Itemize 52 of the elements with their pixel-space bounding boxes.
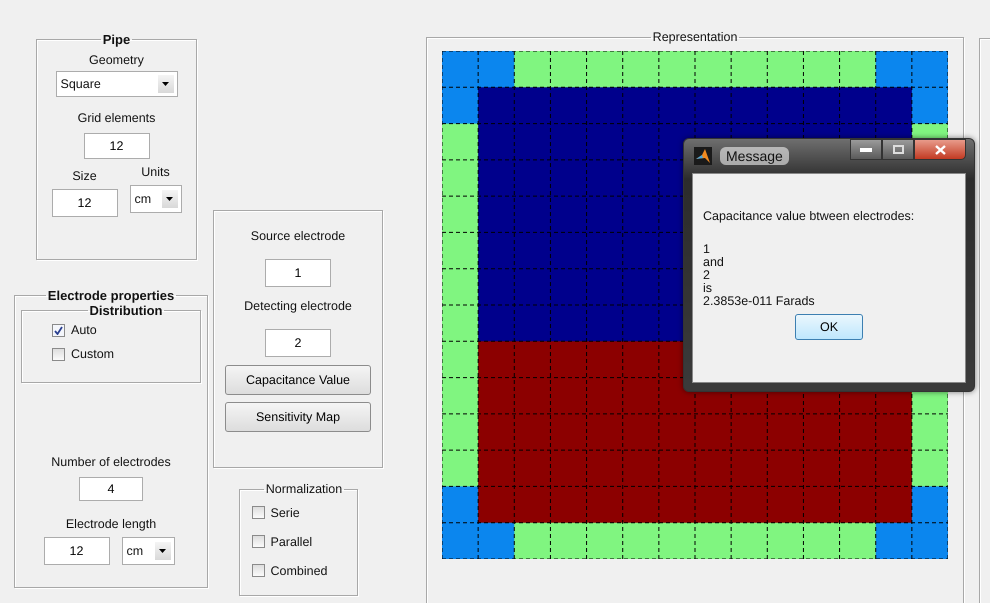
input-field[interactable]: 1 <box>265 259 331 287</box>
field-label: Units <box>141 165 170 179</box>
message-text: 2 <box>703 269 711 282</box>
field-label: Electrode length <box>66 517 156 531</box>
app-icon <box>694 147 712 165</box>
dropdown[interactable]: Square <box>56 71 178 97</box>
checkbox-label: Combined <box>270 564 328 578</box>
checkbox-label: Custom <box>71 347 114 361</box>
checkbox[interactable] <box>252 506 264 519</box>
input-field[interactable]: 12 <box>52 189 118 217</box>
checkbox[interactable] <box>252 564 264 577</box>
close-icon <box>934 144 946 154</box>
message-text: 1 <box>703 243 711 256</box>
checkbox-label: Serie <box>270 506 300 520</box>
input-field[interactable]: 4 <box>79 477 143 501</box>
checkbox[interactable] <box>52 324 65 336</box>
caret-icon <box>162 82 169 86</box>
group-title: Electrode properties <box>46 288 176 303</box>
group-title: Normalization <box>264 482 344 496</box>
action-button[interactable]: Sensitivity Map <box>225 402 371 432</box>
message-text: Capacitance value btween electrodes: <box>703 210 916 223</box>
field-label: Geometry <box>89 53 144 67</box>
minimize-icon <box>860 148 872 152</box>
ok-button[interactable]: OK <box>795 314 863 340</box>
message-text: 2.3853e-011 Farads <box>703 295 816 308</box>
caret-icon <box>166 197 173 201</box>
close-button[interactable] <box>914 139 966 160</box>
field-label: Source electrode <box>250 229 346 243</box>
message-text: and <box>703 256 725 269</box>
field-label: Detecting electrode <box>244 299 352 313</box>
checkbox-label: Parallel <box>270 534 312 548</box>
dialog-title: Message <box>720 147 789 165</box>
maximize-button[interactable] <box>882 139 914 160</box>
checkbox[interactable] <box>52 348 65 360</box>
field-label: Size <box>72 169 97 183</box>
maximize-icon <box>892 145 904 154</box>
group-title: Representation <box>652 30 738 44</box>
message-text: is <box>703 282 714 295</box>
caret-icon <box>159 549 166 553</box>
checkbox-label: Auto <box>71 323 97 337</box>
input-field[interactable]: 2 <box>265 329 331 357</box>
dropdown[interactable]: cm <box>122 537 174 565</box>
minimize-button[interactable] <box>850 139 882 160</box>
group-title: Pipe <box>102 32 132 47</box>
input-field[interactable]: 12 <box>84 133 150 159</box>
field-label: Grid elements <box>78 111 156 125</box>
action-button[interactable]: Capacitance Value <box>225 365 371 395</box>
group-title: Distribution <box>88 303 164 318</box>
checkbox[interactable] <box>252 535 264 548</box>
field-label: Number of electrodes <box>51 455 171 469</box>
dropdown[interactable]: cm <box>130 185 182 213</box>
input-field[interactable]: 12 <box>44 537 110 565</box>
